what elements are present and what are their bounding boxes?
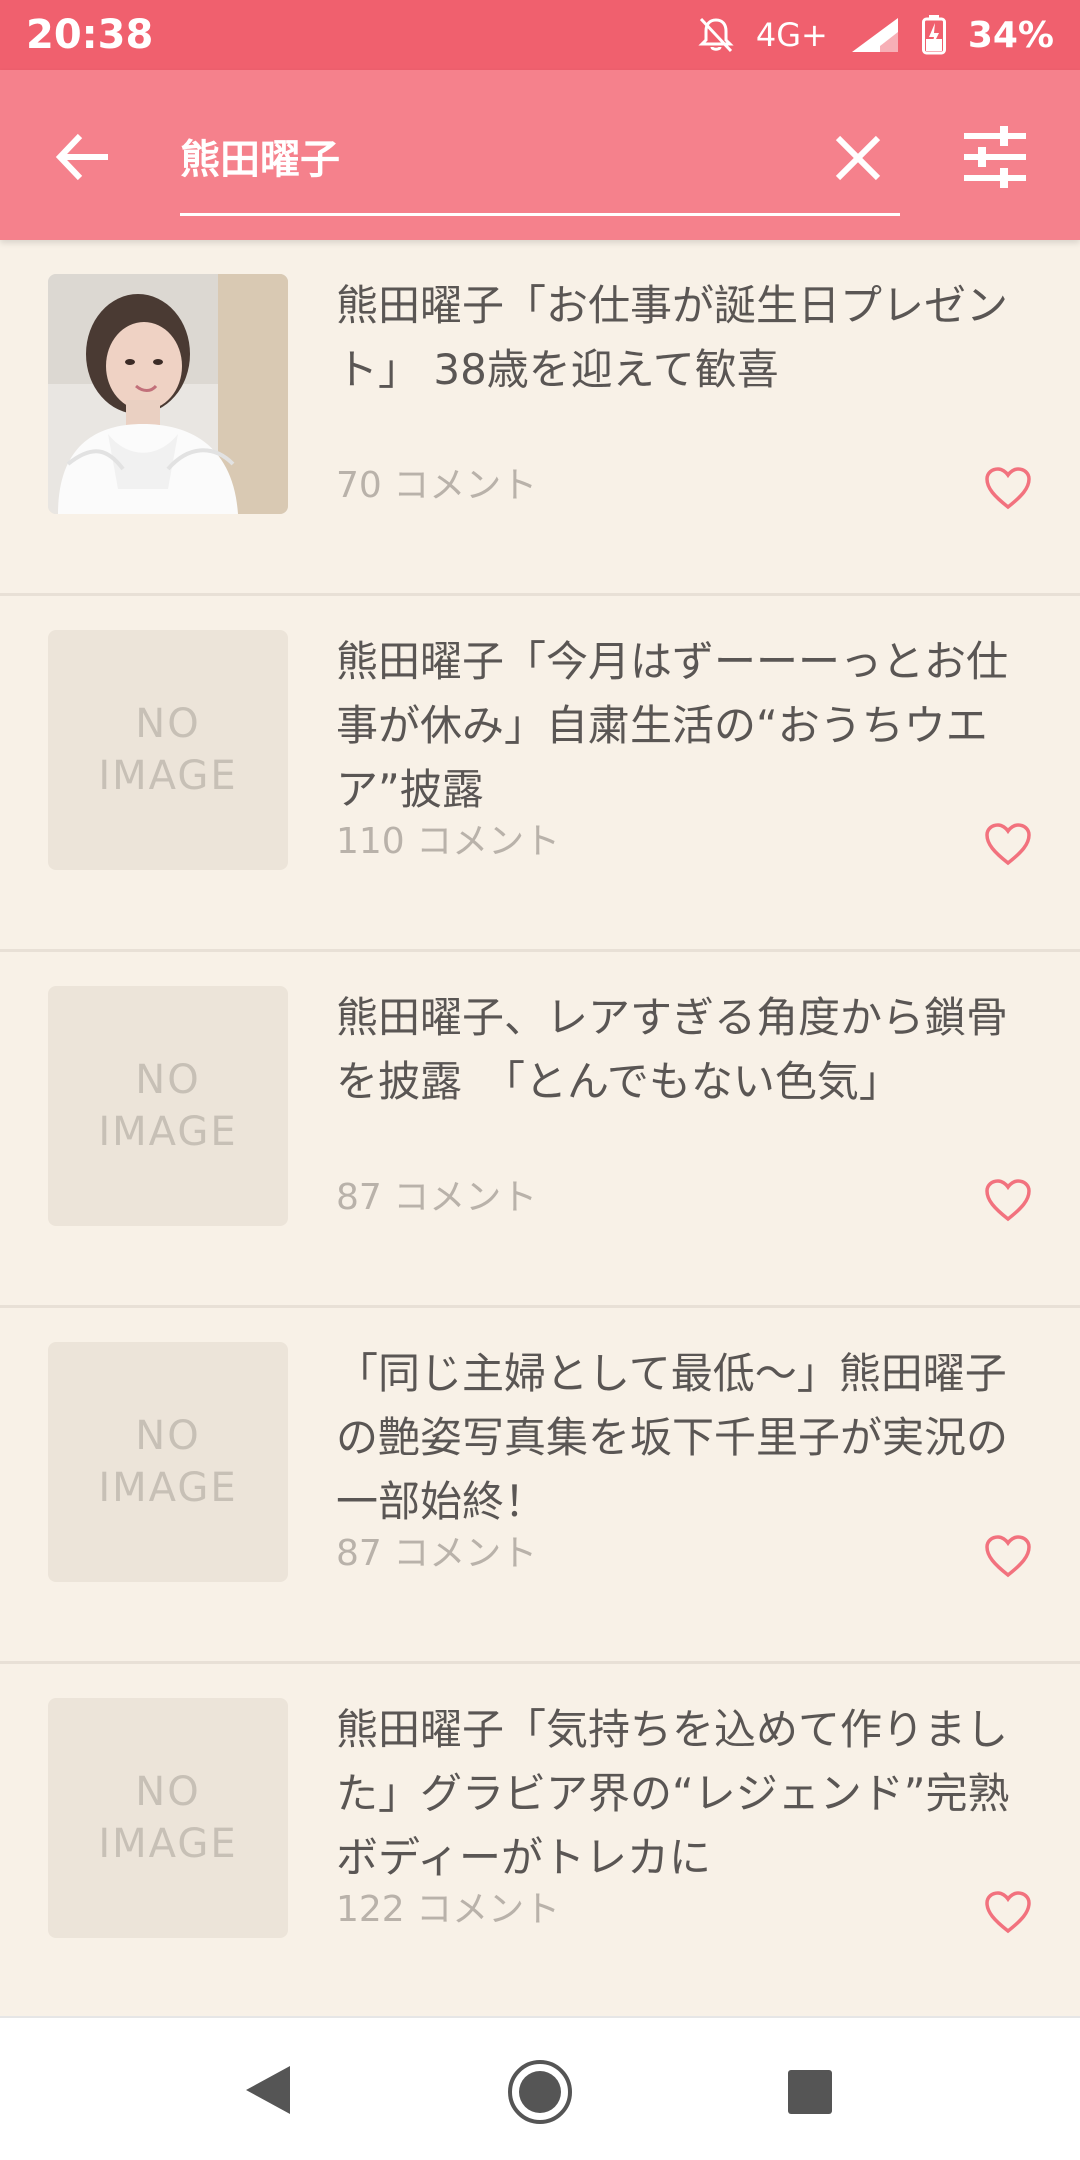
status-icons: 4G+ 34% [698, 15, 1054, 56]
nav-home-button[interactable] [506, 2058, 574, 2126]
comment-count: 110 コメント [336, 821, 561, 862]
signal-icon [850, 16, 900, 54]
nav-recent-icon [788, 2070, 832, 2114]
clear-button[interactable] [830, 130, 886, 186]
article-title: 熊田曜子、レアすぎる角度から鎖骨を披露 「とんでもない色気」 [336, 993, 1009, 1106]
no-image-label: NO [135, 1057, 201, 1103]
favorite-button[interactable] [984, 822, 1032, 866]
status-bar: 20:38 4G+ 34% [0, 0, 1080, 70]
comment-count: 87 コメント [336, 1533, 538, 1574]
status-time: 20:38 [26, 12, 154, 58]
list-item[interactable]: NO IMAGE 熊田曜子、レアすぎる角度から鎖骨を披露 「とんでもない色気」 … [0, 952, 1080, 1308]
no-image-placeholder: NO IMAGE [48, 986, 288, 1226]
search-field [180, 106, 900, 216]
favorite-button[interactable] [984, 1890, 1032, 1934]
filter-button[interactable] [960, 122, 1030, 192]
system-nav-bar [0, 2016, 1080, 2160]
no-image-label: IMAGE [98, 1465, 238, 1511]
battery-percent: 34% [967, 14, 1054, 56]
mute-bell-icon [698, 16, 734, 54]
comment-count: 70 コメント [336, 465, 538, 506]
search-input[interactable] [180, 126, 800, 186]
heart-icon [985, 1535, 1031, 1578]
network-type: 4G+ [755, 16, 828, 54]
battery-charging-icon [921, 15, 946, 55]
nav-home-icon [508, 2060, 572, 2124]
list-item[interactable]: NO IMAGE 熊田曜子「気持ちを込めて作りました」グラビア界の“レジェンド”… [0, 1664, 1080, 2020]
nav-back-icon [246, 2066, 290, 2114]
article-title: 熊田曜子「気持ちを込めて作りました」グラビア界の“レジェンド”完熟ボディーがトレ… [336, 1705, 1010, 1882]
no-image-label: NO [135, 1413, 201, 1459]
comment-count: 87 コメント [336, 1177, 538, 1218]
article-list: 熊田曜子「お仕事が誕生日プレゼント」 38歳を迎えて歓喜 70 コメント NO … [0, 240, 1080, 2020]
article-thumbnail [48, 274, 288, 514]
article-title: 「同じ主婦として最低～」熊田曜子の艶姿写真集を坂下千里子が実況の一部始終！ [336, 1349, 1009, 1526]
favorite-button[interactable] [984, 466, 1032, 510]
no-image-label: IMAGE [98, 1109, 238, 1155]
no-image-label: NO [135, 701, 201, 747]
portrait-photo [48, 274, 288, 514]
sliders-icon [964, 126, 1026, 188]
article-title: 熊田曜子「お仕事が誕生日プレゼント」 38歳を迎えて歓喜 [336, 281, 1009, 394]
no-image-placeholder: NO IMAGE [48, 630, 288, 870]
heart-icon [985, 1891, 1031, 1934]
back-button[interactable] [50, 124, 116, 190]
list-item[interactable]: 熊田曜子「お仕事が誕生日プレゼント」 38歳を迎えて歓喜 70 コメント [0, 240, 1080, 596]
heart-icon [985, 1179, 1031, 1222]
list-item[interactable]: NO IMAGE 熊田曜子「今月はずーーーっとお仕事が休み」自粛生活の“おうちウ… [0, 596, 1080, 952]
nav-recent-button[interactable] [786, 2068, 834, 2116]
favorite-button[interactable] [984, 1534, 1032, 1578]
favorite-button[interactable] [984, 1178, 1032, 1222]
no-image-label: IMAGE [98, 753, 238, 799]
nav-back-button[interactable] [240, 2060, 300, 2120]
list-item[interactable]: NO IMAGE 「同じ主婦として最低～」熊田曜子の艶姿写真集を坂下千里子が実況… [0, 1308, 1080, 1664]
heart-icon [985, 467, 1031, 510]
comment-count: 122 コメント [336, 1889, 561, 1930]
arrow-left-icon [55, 133, 108, 181]
no-image-label: IMAGE [98, 1821, 238, 1867]
article-title: 熊田曜子「今月はずーーーっとお仕事が休み」自粛生活の“おうちウエア”披露 [336, 637, 1009, 814]
close-icon [835, 135, 881, 181]
no-image-placeholder: NO IMAGE [48, 1698, 288, 1938]
no-image-placeholder: NO IMAGE [48, 1342, 288, 1582]
heart-icon [985, 823, 1031, 866]
no-image-label: NO [135, 1769, 201, 1815]
search-toolbar [0, 70, 1080, 240]
